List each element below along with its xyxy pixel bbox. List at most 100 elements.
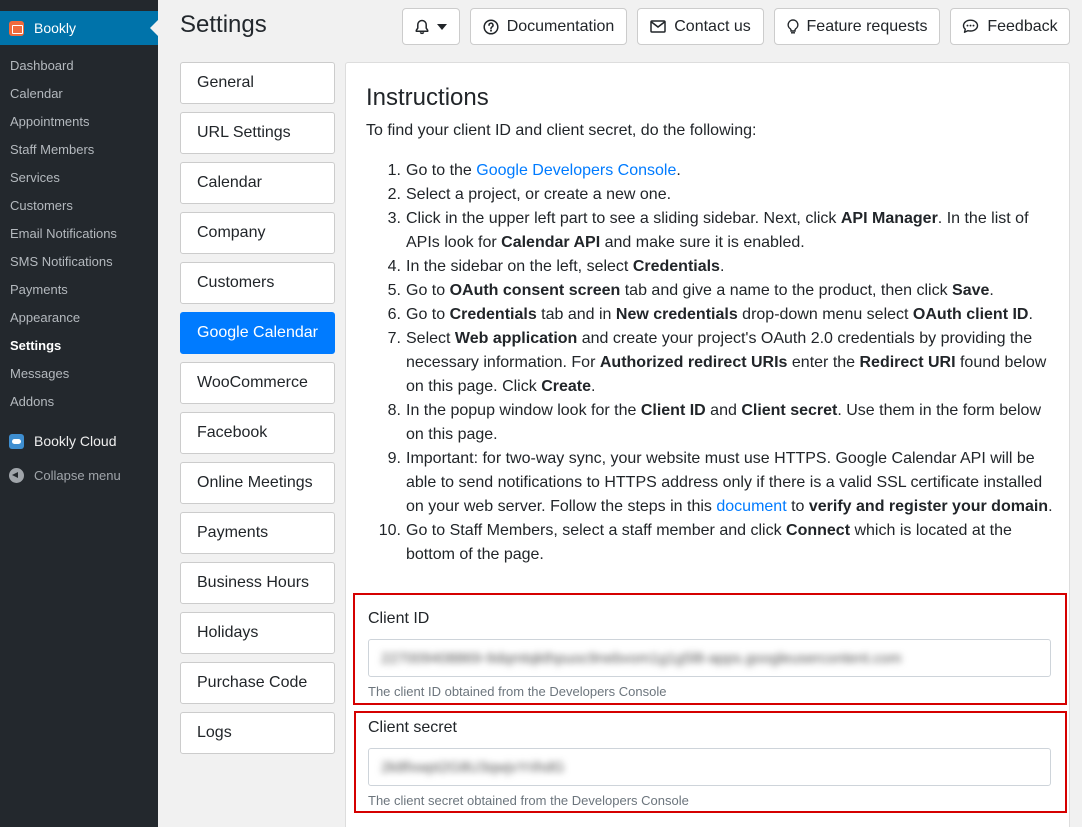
tab-purchase-code[interactable]: Purchase Code bbox=[180, 662, 335, 704]
instruction-text: Select bbox=[406, 330, 455, 347]
submenu-email-notifications[interactable]: Email Notifications bbox=[0, 221, 158, 249]
contact-us-button[interactable]: Contact us bbox=[637, 8, 764, 45]
tab-logs[interactable]: Logs bbox=[180, 712, 335, 754]
submenu-settings[interactable]: Settings bbox=[0, 333, 158, 361]
instruction-text: tab and give a name to the product, then… bbox=[620, 282, 953, 299]
client-secret-help: The client secret obtained from the Deve… bbox=[368, 793, 689, 808]
instruction-text: and bbox=[705, 402, 742, 419]
feature-requests-label: Feature requests bbox=[806, 17, 928, 35]
instruction-text: Click in the upper left part to see a sl… bbox=[406, 210, 841, 227]
feature-requests-button[interactable]: Feature requests bbox=[774, 8, 940, 45]
step-number: 8. bbox=[387, 402, 401, 419]
tab-general[interactable]: General bbox=[180, 62, 335, 104]
instruction-text: Go to bbox=[406, 282, 450, 299]
instruction-text: and make sure it is enabled. bbox=[600, 234, 805, 251]
instruction-bold-text: New credentials bbox=[615, 306, 738, 323]
client-id-input[interactable]: 227009408869-9dqmtqkthpuoc9nebvom1g1g5l8… bbox=[368, 639, 1051, 677]
instruction-bold-text: Web application bbox=[454, 330, 578, 347]
collapse-menu-button[interactable]: Collapse menu bbox=[0, 462, 158, 488]
submenu-appointments[interactable]: Appointments bbox=[0, 109, 158, 137]
instruction-step: 1. Go to the Google Developers Console. bbox=[366, 159, 1056, 183]
submenu-staff-members[interactable]: Staff Members bbox=[0, 137, 158, 165]
wp-admin-sidebar: Bookly Dashboard Calendar Appointments S… bbox=[0, 0, 158, 827]
tab-facebook[interactable]: Facebook bbox=[180, 412, 335, 454]
instruction-bold-text: verify and register your domain bbox=[808, 498, 1049, 515]
instruction-step: 4. In the sidebar on the left, select Cre… bbox=[366, 255, 1056, 279]
instruction-text: to bbox=[786, 498, 809, 515]
menu-item-bookly-label: Bookly bbox=[34, 20, 77, 36]
tab-woocommerce[interactable]: WooCommerce bbox=[180, 362, 335, 404]
comment-dots-icon bbox=[963, 19, 979, 33]
instructions-title: Instructions bbox=[366, 84, 489, 111]
submenu-services[interactable]: Services bbox=[0, 165, 158, 193]
submenu-dashboard[interactable]: Dashboard bbox=[0, 53, 158, 81]
step-number: 4. bbox=[387, 258, 401, 275]
collapse-arrow-icon bbox=[9, 467, 24, 483]
tab-customers[interactable]: Customers bbox=[180, 262, 335, 304]
instruction-bold-text: Credentials bbox=[632, 258, 720, 275]
instruction-bold-text: Create bbox=[541, 378, 591, 395]
documentation-label: Documentation bbox=[506, 17, 615, 35]
instruction-bold-text: Redirect URI bbox=[859, 354, 956, 371]
submenu-messages[interactable]: Messages bbox=[0, 361, 158, 389]
notifications-dropdown-button[interactable] bbox=[402, 8, 460, 45]
instructions-steps: 1. Go to the Google Developers Console. 2.… bbox=[366, 159, 1056, 567]
contact-us-label: Contact us bbox=[674, 17, 751, 35]
step-number: 2. bbox=[387, 186, 401, 203]
instruction-text: . bbox=[676, 162, 681, 179]
google-calendar-settings-card: Instructions To find your client ID and … bbox=[345, 62, 1070, 827]
client-secret-value: 2k8fxwpt2G8U3qwjvYrihdG bbox=[381, 758, 565, 776]
instructions-intro: To find your client ID and client secret… bbox=[366, 122, 757, 139]
tab-online-meetings[interactable]: Online Meetings bbox=[180, 462, 335, 504]
client-id-label: Client ID bbox=[368, 610, 430, 627]
instruction-text: Select a project, or create a new one. bbox=[406, 186, 672, 203]
client-secret-input[interactable]: 2k8fxwpt2G8U3qwjvYrihdG bbox=[368, 748, 1051, 786]
feedback-label: Feedback bbox=[987, 17, 1058, 35]
instruction-step: 2. Select a project, or create a new one. bbox=[366, 183, 1056, 207]
instruction-text: In the sidebar on the left, select bbox=[406, 258, 633, 275]
step-number: 7. bbox=[387, 330, 401, 347]
tab-calendar[interactable]: Calendar bbox=[180, 162, 335, 204]
tab-url-settings[interactable]: URL Settings bbox=[180, 112, 335, 154]
submenu-calendar[interactable]: Calendar bbox=[0, 81, 158, 109]
instruction-bold-text: Client secret bbox=[741, 402, 838, 419]
lightbulb-icon bbox=[787, 18, 799, 33]
client-id-group: Client ID 227009408869-9dqmtqkthpuoc9neb… bbox=[353, 593, 1067, 705]
tab-holidays[interactable]: Holidays bbox=[180, 612, 335, 654]
submenu-addons[interactable]: Addons bbox=[0, 389, 158, 417]
instruction-bold-text: Save bbox=[952, 282, 990, 299]
instruction-step: 7. Select Web application and create your… bbox=[366, 327, 1056, 399]
submenu-payments[interactable]: Payments bbox=[0, 277, 158, 305]
instruction-step: 9. Important: for two-way sync, your webs… bbox=[366, 447, 1056, 519]
instruction-link[interactable]: document bbox=[716, 498, 786, 515]
tab-company[interactable]: Company bbox=[180, 212, 335, 254]
menu-item-bookly[interactable]: Bookly bbox=[0, 11, 158, 45]
step-number: 5. bbox=[387, 282, 401, 299]
calendar-icon bbox=[9, 20, 24, 36]
submenu-appearance[interactable]: Appearance bbox=[0, 305, 158, 333]
submenu-customers[interactable]: Customers bbox=[0, 193, 158, 221]
step-number: 10. bbox=[378, 522, 401, 539]
instruction-text: Go to the bbox=[406, 162, 477, 179]
instruction-link[interactable]: Google Developers Console bbox=[476, 162, 676, 179]
instruction-bold-text: Calendar API bbox=[501, 234, 601, 251]
tab-google-calendar[interactable]: Google Calendar bbox=[180, 312, 335, 354]
step-number: 1. bbox=[387, 162, 401, 179]
bell-icon bbox=[415, 19, 429, 34]
menu-item-bookly-cloud[interactable]: Bookly Cloud bbox=[0, 423, 158, 459]
documentation-button[interactable]: Documentation bbox=[470, 8, 627, 45]
instruction-step: 8. In the popup window look for the Clien… bbox=[366, 399, 1056, 447]
client-secret-label: Client secret bbox=[368, 719, 457, 736]
client-id-value: 227009408869-9dqmtqkthpuoc9nebvom1g1g5l8… bbox=[381, 649, 902, 667]
instruction-text: Go to Staff Members, select a staff memb… bbox=[406, 522, 787, 539]
client-secret-group: Client secret 2k8fxwpt2G8U3qwjvYrihdG Th… bbox=[354, 711, 1067, 813]
feedback-button[interactable]: Feedback bbox=[950, 8, 1070, 45]
page-title: Settings bbox=[180, 11, 267, 38]
instruction-bold-text: OAuth consent screen bbox=[449, 282, 621, 299]
caret-down-icon bbox=[437, 23, 447, 30]
tab-payments[interactable]: Payments bbox=[180, 512, 335, 554]
submenu-sms-notifications[interactable]: SMS Notifications bbox=[0, 249, 158, 277]
instruction-bold-text: OAuth client ID bbox=[912, 306, 1029, 323]
tab-business-hours[interactable]: Business Hours bbox=[180, 562, 335, 604]
menu-item-bookly-cloud-label: Bookly Cloud bbox=[34, 433, 117, 449]
